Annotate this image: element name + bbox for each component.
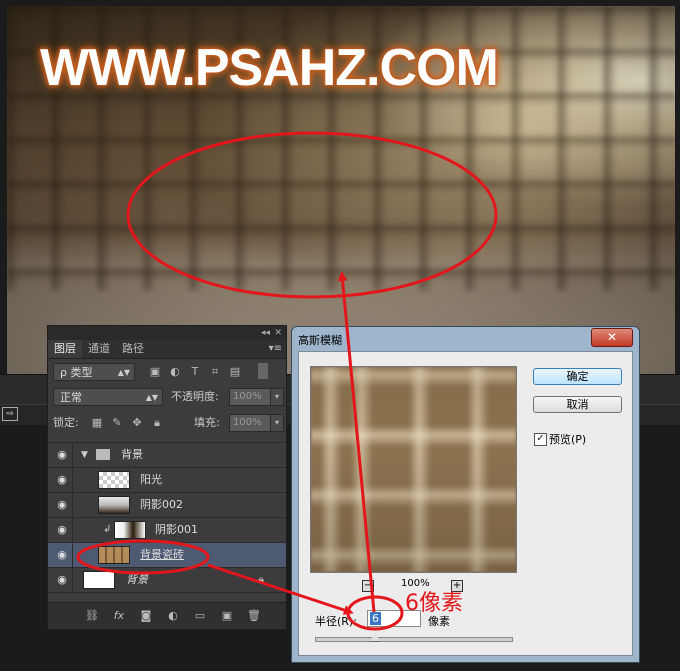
trash-icon[interactable]: 🗑︎ [245,603,263,629]
tab-paths[interactable]: 路径 [116,340,150,358]
shape-filter-icon[interactable]: ⌗ [207,363,223,381]
collapse-icon[interactable]: ◂◂ [261,326,270,340]
layer-row-selected[interactable]: ◉ 背景瓷砖 [48,543,286,568]
layer-thumbnail [98,471,130,489]
panel-menu-icon[interactable]: ▾≡ [269,340,282,358]
dialog-title: 高斯模糊 [298,334,342,347]
eye-icon[interactable]: ◉ [52,468,73,492]
new-group-icon[interactable]: ▭ [191,603,209,629]
text-filter-icon[interactable]: T [187,363,203,381]
clipping-mask-icon: ↲ [103,524,112,535]
layer-group-row[interactable]: ◉ ▼ 背景 [48,443,286,468]
opacity-label: 不透明度: [171,390,219,403]
layers-panel: ◂◂ ✕ 图层 通道 路径 ▾≡ ρ 类型 ▲▼ ▣ ◐ T ⌗ ▤ 正常 ▲▼ 不… [47,325,287,630]
watermark-text: WWW.PSAHZ.COM [40,39,499,97]
blend-mode-select[interactable]: 正常 ▲▼ [53,388,163,406]
layer-name: 背景 [126,573,148,586]
ok-button[interactable]: 确定 [533,368,622,385]
lock-image-icon[interactable]: ✎ [109,414,125,432]
image-filter-icon[interactable]: ▣ [147,363,163,381]
lock-position-icon[interactable]: ✥ [129,414,145,432]
layer-name: 阳光 [140,473,162,486]
filter-row: ρ 类型 ▲▼ ▣ ◐ T ⌗ ▤ [48,359,286,385]
layer-thumbnail [98,546,130,564]
blend-mode-value: 正常 [60,391,82,404]
layer-name: 背景 [121,448,143,461]
lock-transparent-icon[interactable]: ▦ [89,414,105,432]
layer-thumbnail [114,521,146,539]
tab-channels[interactable]: 通道 [82,340,116,358]
layer-name: 背景瓷砖 [140,548,184,561]
fill-value: 100% [233,417,262,428]
radius-label: 半径(R): [315,615,357,628]
dialog-close-button[interactable]: ✕ [591,328,633,347]
share-icon[interactable]: ⇨ [2,407,18,421]
filter-type-label: ρ 类型 [60,366,93,379]
layer-name: 阴影001 [155,523,198,536]
layer-row[interactable]: ◉ 阴影002 [48,493,286,518]
radius-slider[interactable] [315,633,513,642]
add-mask-icon[interactable]: ◙ [137,603,155,629]
filter-toggle[interactable] [258,363,268,379]
panel-bottombar: ⛓ fx ◙ ◐ ▭ ▣ 🗑︎ [48,602,286,629]
chevron-down-icon: ▲▼ [145,393,158,402]
close-icon[interactable]: ✕ [274,326,282,340]
preview-image[interactable] [310,366,517,573]
chevron-down-icon[interactable]: ▾ [270,415,283,431]
tab-layers[interactable]: 图层 [48,340,82,358]
layer-row[interactable]: ◉ 阳光 [48,468,286,493]
preview-shade [311,367,516,572]
panel-topbar: ◂◂ ✕ [48,326,286,340]
zoom-out-button[interactable]: − [362,580,374,592]
lock-row: 锁定: ▦ ✎ ✥ 🔒︎ 填充: 100% ▾ [48,411,286,437]
fill-field[interactable]: 100% ▾ [229,414,284,432]
eye-icon[interactable]: ◉ [52,568,73,592]
adjustment-layer-icon[interactable]: ◐ [164,603,182,629]
new-layer-icon[interactable]: ▣ [218,603,236,629]
blend-row: 正常 ▲▼ 不透明度: 100% ▾ [48,385,286,411]
dialog-body: − 100% + 确定 取消 ✓ 预览(P) 半径(R): 6 像素 [298,351,633,656]
layer-row[interactable]: ◉ ↲ 阴影001 [48,518,286,543]
disclosure-triangle-icon[interactable]: ▼ [81,443,88,467]
layer-thumbnail [83,571,115,589]
layer-name: 阴影002 [140,498,183,511]
eye-icon[interactable]: ◉ [52,518,73,542]
eye-icon[interactable]: ◉ [52,493,73,517]
opacity-value: 100% [233,391,262,402]
layer-thumbnail [98,496,130,514]
folder-icon [96,449,110,460]
preview-label: 预览(P) [549,433,587,446]
filter-type-select[interactable]: ρ 类型 ▲▼ [53,363,135,381]
layers-list: ◉ ▼ 背景 ◉ 阳光 ◉ 阴影002 ◉ ↲ 阴影001 ◉ 背景瓷砖 ◉ 背… [48,442,286,593]
opacity-field[interactable]: 100% ▾ [229,388,284,406]
lock-all-icon[interactable]: 🔒︎ [149,414,165,432]
chevron-down-icon[interactable]: ▾ [270,389,283,405]
radius-value: 6 [370,612,381,625]
link-layers-icon[interactable]: ⛓ [83,603,101,629]
cancel-button[interactable]: 取消 [533,396,622,413]
lock-label: 锁定: [53,416,79,429]
lock-icon: 🔒︎ [258,573,264,586]
eye-icon[interactable]: ◉ [52,543,73,567]
panel-tabs: 图层 通道 路径 ▾≡ [48,340,286,359]
slider-thumb[interactable] [370,633,380,642]
layer-row[interactable]: ◉ 背景 🔒︎ [48,568,286,593]
chevron-down-icon: ▲▼ [117,368,130,377]
gaussian-blur-dialog: 高斯模糊 ✕ − 100% + 确定 取消 ✓ 预览(P) 半径(R): 6 像… [291,326,640,663]
preview-checkbox[interactable]: ✓ [534,433,547,446]
fx-icon[interactable]: fx [110,603,128,629]
smart-object-filter-icon[interactable]: ▤ [227,363,243,381]
fill-label: 填充: [194,416,220,429]
adjustment-filter-icon[interactable]: ◐ [167,363,183,381]
eye-icon[interactable]: ◉ [52,443,73,467]
annotation-label: 6像素 [405,591,463,616]
